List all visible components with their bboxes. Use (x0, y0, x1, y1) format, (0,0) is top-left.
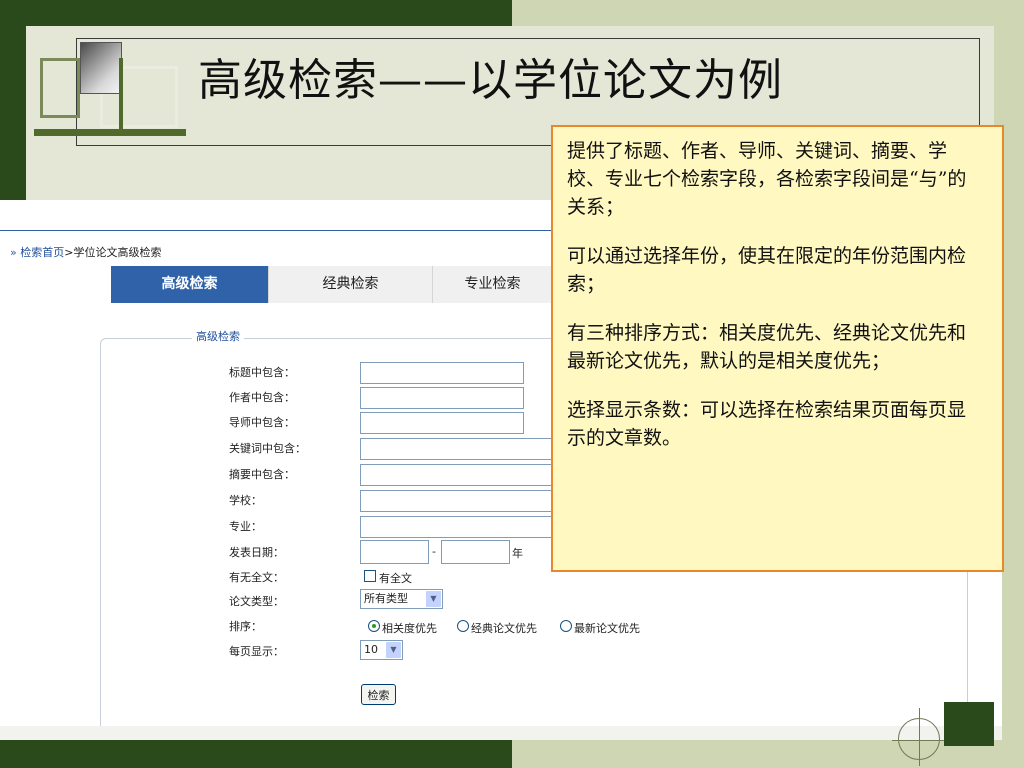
decor-crosshair-horizontal (892, 740, 948, 741)
tab-classic-search[interactable]: 经典检索 (269, 266, 433, 303)
annotation-callout: 提供了标题、作者、导师、关键词、摘要、学校、专业七个检索字段，各检索字段间是“与… (551, 125, 1004, 572)
label-title: 标题中包含： (229, 366, 295, 379)
label-abstract: 摘要中包含： (229, 468, 295, 481)
breadcrumb: » 检索首页>学位论文高级检索 (10, 244, 161, 260)
label-advisor: 导师中包含： (229, 416, 295, 429)
sort-radio-classic[interactable] (457, 620, 469, 632)
slide-top-band-dark (0, 0, 512, 26)
sort-radio-newest[interactable] (560, 620, 572, 632)
decor-vertical-bar (119, 58, 123, 136)
tab-advanced-search[interactable]: 高级检索 (111, 266, 269, 303)
paper-type-select[interactable]: 所有类型 ▼ (360, 589, 443, 609)
tab-professional-search[interactable]: 专业检索 (433, 266, 553, 303)
label-fulltext: 有无全文： (229, 571, 284, 584)
decor-crosshair-vertical (919, 708, 920, 766)
label-paper-type: 论文类型： (229, 595, 284, 608)
chevron-down-icon: ▼ (426, 591, 441, 607)
sort-radio-relevance[interactable] (368, 620, 380, 632)
school-input[interactable] (360, 490, 560, 512)
slide-top-band-light (512, 0, 1024, 26)
label-author: 作者中包含： (229, 391, 295, 404)
sort-label-classic: 经典论文优先 (471, 622, 537, 635)
breadcrumb-prefix: » (10, 246, 17, 259)
label-school: 学校： (229, 494, 262, 507)
breadcrumb-home-link[interactable]: 检索首页 (20, 246, 64, 259)
fulltext-checkbox-label: 有全文 (379, 572, 412, 585)
major-input[interactable] (360, 516, 560, 538)
callout-paragraph-per-page: 选择显示条数：可以选择在检索结果页面每页显示的文章数。 (567, 399, 967, 449)
label-date: 发表日期： (229, 546, 284, 559)
date-to-input[interactable] (441, 540, 510, 564)
per-page-selected: 10 (364, 643, 378, 656)
slide-bottom-band-dark (0, 740, 512, 768)
advisor-input[interactable] (360, 412, 524, 434)
sort-label-newest: 最新论文优先 (574, 622, 640, 635)
date-from-input[interactable] (360, 540, 429, 564)
chevron-down-icon: ▼ (386, 642, 401, 658)
paper-type-selected: 所有类型 (364, 592, 408, 605)
label-per-page: 每页显示： (229, 645, 284, 658)
breadcrumb-current: 学位论文高级检索 (73, 246, 162, 259)
callout-paragraph-date: 可以通过选择年份，使其在限定的年份范围内检索； (567, 245, 967, 295)
screenshot-bottom-strip (0, 726, 1002, 740)
per-page-select[interactable]: 10 ▼ (360, 640, 403, 660)
decor-horizontal-bar (34, 129, 186, 136)
callout-paragraph-fields: 提供了标题、作者、导师、关键词、摘要、学校、专业七个检索字段，各检索字段间是“与… (567, 140, 967, 218)
decor-corner-square (944, 702, 994, 746)
label-major: 专业： (229, 520, 262, 533)
fieldset-legend: 高级检索 (192, 328, 244, 344)
search-submit-button[interactable]: 检索 (361, 684, 396, 705)
label-sort: 排序： (229, 620, 262, 633)
date-dash: - (432, 545, 436, 558)
label-keyword: 关键词中包含： (229, 442, 306, 455)
date-unit-year: 年 (512, 547, 523, 560)
fulltext-checkbox[interactable] (364, 570, 376, 582)
title-input[interactable] (360, 362, 524, 384)
abstract-input[interactable] (360, 464, 560, 486)
keyword-input[interactable] (360, 438, 560, 460)
callout-paragraph-sort: 有三种排序方式：相关度优先、经典论文优先和最新论文优先，默认的是相关度优先； (567, 322, 967, 372)
slide-side-band-left (0, 26, 26, 201)
sort-label-relevance: 相关度优先 (382, 622, 437, 635)
decor-square-gradient (80, 42, 122, 94)
decor-square-outline (40, 58, 80, 118)
author-input[interactable] (360, 387, 524, 409)
slide-title: 高级检索——以学位论文为例 (198, 55, 783, 106)
